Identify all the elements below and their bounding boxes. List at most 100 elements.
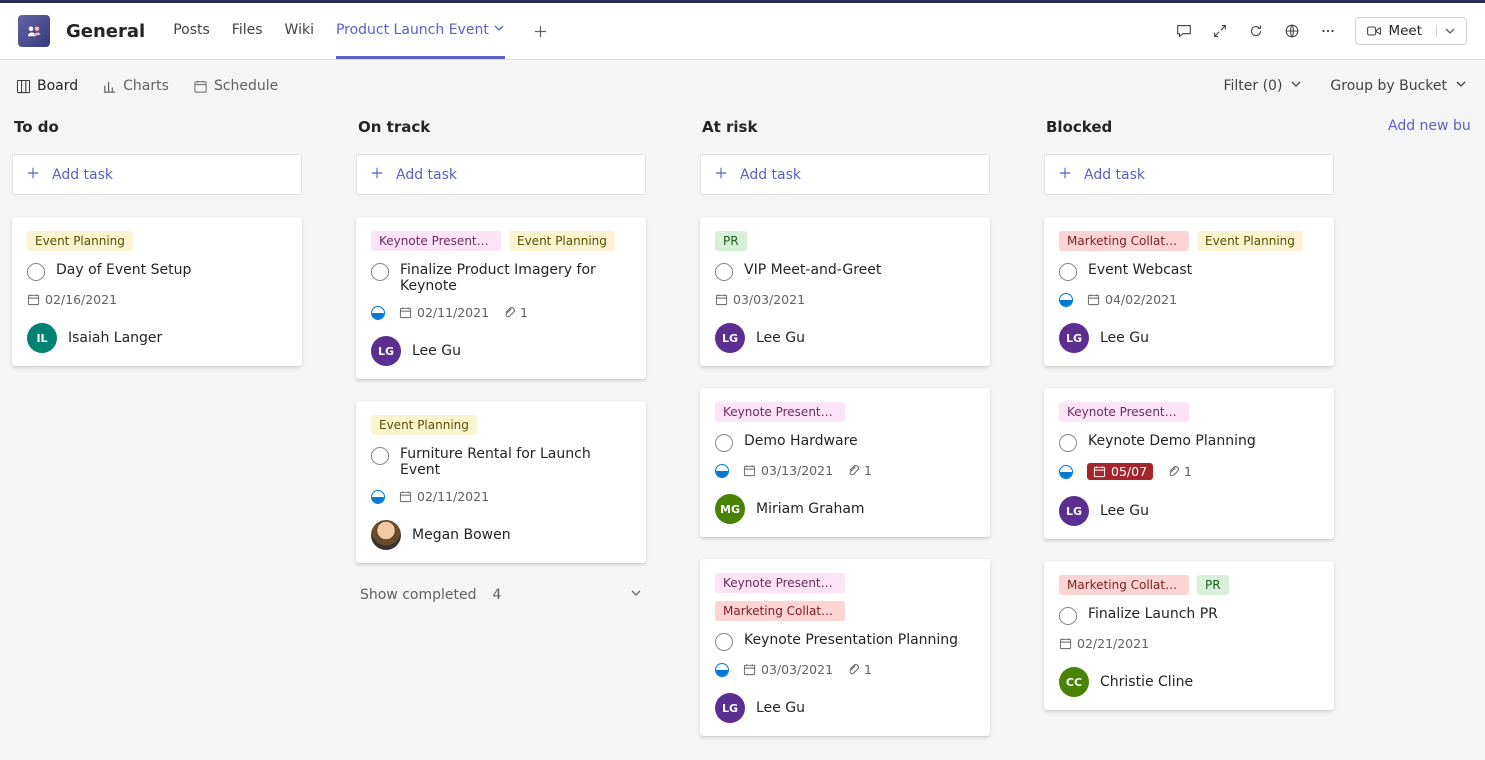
avatar[interactable]: LG <box>715 323 745 353</box>
complete-checkbox[interactable] <box>371 263 389 281</box>
plus-icon <box>26 166 40 184</box>
avatar[interactable]: LG <box>715 693 745 723</box>
complete-checkbox[interactable] <box>715 633 733 651</box>
task-assignee: LG Lee Gu <box>715 693 975 723</box>
task-meta: 02/16/2021 <box>27 292 287 307</box>
complete-checkbox[interactable] <box>715 263 733 281</box>
complete-checkbox[interactable] <box>371 447 389 465</box>
view-board[interactable]: Board <box>16 78 78 94</box>
channel-name[interactable]: General <box>66 21 145 42</box>
plus-icon <box>714 166 728 184</box>
tab-posts[interactable]: Posts <box>173 3 210 59</box>
conversation-icon[interactable] <box>1175 22 1193 40</box>
channel-tabs: Posts Files Wiki Product Launch Event <box>173 3 555 59</box>
task-assignee: LG Lee Gu <box>1059 496 1319 526</box>
kanban-board: To do Add task Event Planning Day of Eve… <box>0 94 1485 760</box>
group-by-button[interactable]: Group by Bucket <box>1330 78 1467 94</box>
tab-product-launch-event[interactable]: Product Launch Event <box>336 3 505 59</box>
complete-checkbox[interactable] <box>715 434 733 452</box>
task-labels: PR <box>715 231 975 251</box>
task-assignee: IL Isaiah Langer <box>27 323 287 353</box>
assignee-name: Lee Gu <box>756 330 805 346</box>
view-charts[interactable]: Charts <box>102 78 169 94</box>
add-task-label: Add task <box>396 167 457 183</box>
task-labels: Keynote Presentati... <box>1059 402 1319 422</box>
add-tab-button[interactable] <box>527 17 555 45</box>
avatar[interactable]: LG <box>371 336 401 366</box>
progress-icon <box>1059 293 1073 307</box>
show-completed-toggle[interactable]: Show completed4 <box>356 581 646 609</box>
task-card[interactable]: Marketing CollateralEvent Planning Event… <box>1044 217 1334 366</box>
task-card[interactable]: PR VIP Meet-and-Greet 03/03/2021 LG Lee … <box>700 217 990 366</box>
plus-icon <box>370 166 384 184</box>
add-bucket-button[interactable]: Add new bu <box>1388 112 1485 140</box>
due-date: 04/02/2021 <box>1087 292 1177 307</box>
bucket-title[interactable]: On track <box>356 112 700 136</box>
task-card[interactable]: Keynote Presentati...Event Planning Fina… <box>356 217 646 379</box>
task-label: Keynote Presentati... <box>715 402 845 422</box>
tab-label: Product Launch Event <box>336 22 489 38</box>
task-label: Marketing Collateral <box>715 601 845 621</box>
more-icon[interactable] <box>1319 22 1337 40</box>
task-meta: 04/02/2021 <box>1059 292 1319 307</box>
bucket-title[interactable]: At risk <box>700 112 1044 136</box>
avatar[interactable]: LG <box>1059 496 1089 526</box>
avatar[interactable]: CC <box>1059 667 1089 697</box>
task-card[interactable]: Keynote Presentati... Demo Hardware 03/1… <box>700 388 990 537</box>
tab-files[interactable]: Files <box>232 3 263 59</box>
avatar[interactable]: MG <box>715 494 745 524</box>
tab-wiki[interactable]: Wiki <box>285 3 314 59</box>
task-label: Event Planning <box>371 415 477 435</box>
assignee-name: Miriam Graham <box>756 501 865 517</box>
expand-icon[interactable] <box>1211 22 1229 40</box>
task-title: Finalize Launch PR <box>1088 606 1218 622</box>
assignee-name: Christie Cline <box>1100 674 1193 690</box>
progress-icon <box>715 663 729 677</box>
task-label: PR <box>1197 575 1229 595</box>
view-schedule[interactable]: Schedule <box>193 78 278 94</box>
globe-icon[interactable] <box>1283 22 1301 40</box>
due-date: 02/11/2021 <box>399 489 489 504</box>
task-label: Keynote Presentati... <box>371 231 501 251</box>
bucket-title[interactable]: To do <box>12 112 356 136</box>
avatar[interactable]: LG <box>1059 323 1089 353</box>
task-title: Keynote Presentation Planning <box>744 632 958 648</box>
task-labels: Event Planning <box>371 415 631 435</box>
task-title: Day of Event Setup <box>56 262 191 278</box>
task-card[interactable]: Event Planning Day of Event Setup 02/16/… <box>12 217 302 366</box>
attachment-count: 1 <box>847 463 872 478</box>
filter-button[interactable]: Filter (0) <box>1223 78 1302 94</box>
add-task-button[interactable]: Add task <box>12 154 302 195</box>
add-task-button[interactable]: Add task <box>1044 154 1334 195</box>
complete-checkbox[interactable] <box>1059 434 1077 452</box>
assignee-name: Lee Gu <box>756 700 805 716</box>
progress-icon <box>371 306 385 320</box>
task-assignee: LG Lee Gu <box>1059 323 1319 353</box>
task-labels: Event Planning <box>27 231 287 251</box>
bucket-title[interactable]: Blocked <box>1044 112 1388 136</box>
add-task-button[interactable]: Add task <box>700 154 990 195</box>
complete-checkbox[interactable] <box>1059 607 1077 625</box>
due-date: 02/16/2021 <box>27 292 117 307</box>
task-card[interactable]: Keynote Presentati... Keynote Demo Plann… <box>1044 388 1334 539</box>
meet-button[interactable]: Meet <box>1355 17 1467 45</box>
group-by-label: Group by Bucket <box>1330 78 1447 94</box>
chevron-down-icon[interactable] <box>1436 25 1456 37</box>
due-date: 02/11/2021 <box>399 305 489 320</box>
refresh-icon[interactable] <box>1247 22 1265 40</box>
task-card[interactable]: Keynote Presentati... Marketing Collatera… <box>700 559 990 736</box>
channel-header: General Posts Files Wiki Product Launch … <box>0 3 1485 60</box>
task-label: Keynote Presentati... <box>715 573 845 593</box>
complete-checkbox[interactable] <box>1059 263 1077 281</box>
complete-checkbox[interactable] <box>27 263 45 281</box>
task-card[interactable]: Marketing CollateralPR Finalize Launch P… <box>1044 561 1334 710</box>
add-task-button[interactable]: Add task <box>356 154 646 195</box>
assignee-name: Megan Bowen <box>412 527 511 543</box>
task-meta: 02/11/20211 <box>371 305 631 320</box>
task-title: Demo Hardware <box>744 433 858 449</box>
avatar[interactable] <box>371 520 401 550</box>
task-labels: Keynote Presentati... <box>715 402 975 422</box>
task-card[interactable]: Event Planning Furniture Rental for Laun… <box>356 401 646 563</box>
avatar[interactable]: IL <box>27 323 57 353</box>
chevron-down-icon[interactable] <box>493 22 505 38</box>
